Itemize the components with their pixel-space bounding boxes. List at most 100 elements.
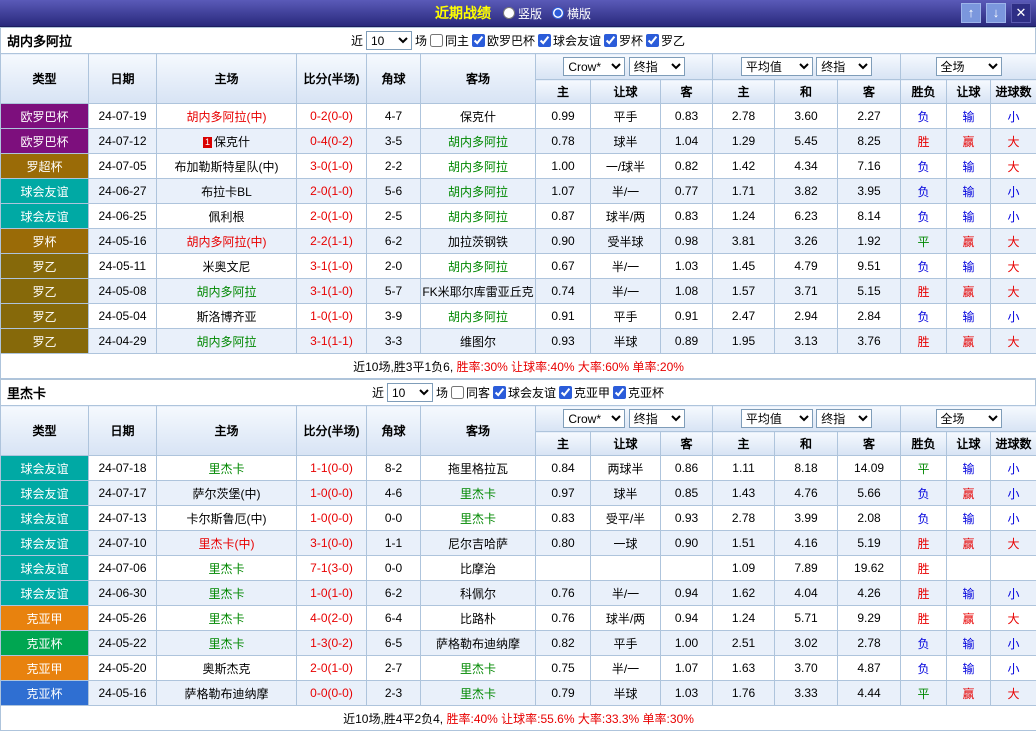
euro-average-select[interactable]: 平均值 [741, 57, 813, 76]
euro-home-odds: 1.62 [713, 581, 775, 606]
euro-away-odds: 4.44 [838, 681, 901, 706]
scope-select[interactable]: 全场 [936, 57, 1002, 76]
up-arrow-icon: ↑ [968, 5, 975, 20]
league-checkbox[interactable] [646, 34, 659, 47]
vertical-label: 竖版 [518, 5, 542, 22]
result-cell: 负 [901, 154, 947, 179]
match-row: 球会友谊24-07-13卡尔斯鲁厄(中)1-0(0-0)0-0里杰卡0.83受平… [1, 506, 1036, 531]
euro-period-select[interactable]: 终指 [816, 409, 872, 428]
match-score: 2-0(1-0) [297, 204, 367, 229]
league-filter-option[interactable]: 球会友谊 [538, 32, 601, 49]
asia-handicap: 球半/两 [591, 204, 661, 229]
same-venue-checkbox[interactable] [451, 386, 464, 399]
league-filter-option[interactable]: 欧罗巴杯 [472, 32, 535, 49]
asia-away-odds: 0.94 [661, 581, 713, 606]
euro-home-odds: 1.76 [713, 681, 775, 706]
euro-average-select[interactable]: 平均值 [741, 409, 813, 428]
summary-text: 近10场,胜3平1负6, 胜率:30% 让球率:40% 大率:60% 单率:20… [1, 354, 1036, 379]
corner-score: 2-0 [367, 254, 421, 279]
result-cell: 负 [901, 481, 947, 506]
down-button[interactable]: ↓ [986, 3, 1006, 23]
euro-draw-odds: 2.94 [775, 304, 838, 329]
same-venue-option[interactable]: 同客 [451, 384, 490, 401]
league-checkbox[interactable] [472, 34, 485, 47]
euro-draw-odds: 3.82 [775, 179, 838, 204]
corner-score: 2-7 [367, 656, 421, 681]
league-filter-option[interactable]: 罗杯 [604, 32, 643, 49]
match-date: 24-07-19 [89, 104, 157, 129]
asia-handicap: 半球 [591, 329, 661, 354]
asia-away-odds: 0.82 [661, 154, 713, 179]
league-checkbox[interactable] [538, 34, 551, 47]
euro-draw-odds: 4.76 [775, 481, 838, 506]
league-filter-option[interactable]: 球会友谊 [493, 384, 556, 401]
scope-select[interactable]: 全场 [936, 409, 1002, 428]
bookmaker-select[interactable]: Crow* [563, 409, 625, 428]
match-score: 1-0(1-0) [297, 304, 367, 329]
league-filter-option[interactable]: 罗乙 [646, 32, 685, 49]
euro-period-select[interactable]: 终指 [816, 57, 872, 76]
home-team: 米奥文尼 [157, 254, 297, 279]
asia-home-odds: 0.87 [536, 204, 591, 229]
league-checkbox[interactable] [559, 386, 572, 399]
asia-handicap: 一球 [591, 531, 661, 556]
result-cell: 胜 [901, 329, 947, 354]
handicap-result-cell: 赢 [947, 531, 991, 556]
layout-vertical-option[interactable]: 竖版 [503, 5, 542, 22]
goals-result-cell: 大 [991, 606, 1036, 631]
away-team: 胡内多阿拉 [421, 304, 536, 329]
match-date: 24-04-29 [89, 329, 157, 354]
same-venue-checkbox[interactable] [430, 34, 443, 47]
league-filter-option[interactable]: 克亚杯 [613, 384, 664, 401]
league-checkbox[interactable] [493, 386, 506, 399]
league-checkbox[interactable] [613, 386, 626, 399]
away-team: 胡内多阿拉 [421, 254, 536, 279]
layout-horizontal-option[interactable]: 横版 [552, 5, 591, 22]
asia-home-odds: 0.91 [536, 304, 591, 329]
euro-away-odds: 2.84 [838, 304, 901, 329]
vertical-radio[interactable] [503, 7, 515, 19]
close-button[interactable]: ✕ [1011, 3, 1031, 23]
league-badge: 克亚杯 [1, 681, 89, 706]
result-cell: 平 [901, 229, 947, 254]
asia-handicap: 两球半 [591, 456, 661, 481]
away-team: 保克什 [421, 104, 536, 129]
match-count-select[interactable]: 10 [387, 383, 433, 402]
col-result: 胜负 [901, 432, 947, 456]
match-row: 罗杯24-05-16胡内多阿拉(中)2-2(1-1)6-2加拉茨钢铁0.90受半… [1, 229, 1036, 254]
asia-handicap: 平手 [591, 631, 661, 656]
euro-home-odds: 1.95 [713, 329, 775, 354]
col-away: 客场 [421, 54, 536, 104]
league-badge: 克亚杯 [1, 631, 89, 656]
home-team: 里杰卡 [157, 556, 297, 581]
corner-score: 0-0 [367, 506, 421, 531]
euro-away-odds: 4.26 [838, 581, 901, 606]
same-venue-option[interactable]: 同主 [430, 32, 469, 49]
match-count-select[interactable]: 10 [366, 31, 412, 50]
corner-score: 8-2 [367, 456, 421, 481]
asia-handicap: 半/一 [591, 254, 661, 279]
horizontal-radio[interactable] [552, 7, 564, 19]
col-asia-away: 客 [661, 432, 713, 456]
asia-handicap: 一/球半 [591, 154, 661, 179]
match-score: 2-0(1-0) [297, 179, 367, 204]
league-filter-option[interactable]: 克亚甲 [559, 384, 610, 401]
handicap-result-cell: 赢 [947, 279, 991, 304]
asia-period-select[interactable]: 终指 [629, 409, 685, 428]
asia-away-odds: 1.03 [661, 681, 713, 706]
match-row: 克亚杯24-05-16萨格勒布迪纳摩0-0(0-0)2-3里杰卡0.79半球1.… [1, 681, 1036, 706]
handicap-result-cell: 赢 [947, 229, 991, 254]
euro-draw-odds: 6.23 [775, 204, 838, 229]
bookmaker-select[interactable]: Crow* [563, 57, 625, 76]
league-checkbox[interactable] [604, 34, 617, 47]
page-title: 近期战绩 [435, 3, 491, 23]
league-badge: 球会友谊 [1, 179, 89, 204]
handicap-result-cell: 赢 [947, 129, 991, 154]
asia-home-odds: 0.67 [536, 254, 591, 279]
asia-period-select[interactable]: 终指 [629, 57, 685, 76]
up-button[interactable]: ↑ [961, 3, 981, 23]
asia-handicap: 半/一 [591, 581, 661, 606]
league-badge: 球会友谊 [1, 204, 89, 229]
recent-matches-table-team1: 类型 日期 主场 比分(半场) 角球 客场 Crow* 终指 平均值 终指 全场… [0, 53, 1036, 379]
handicap-result-cell: 输 [947, 631, 991, 656]
